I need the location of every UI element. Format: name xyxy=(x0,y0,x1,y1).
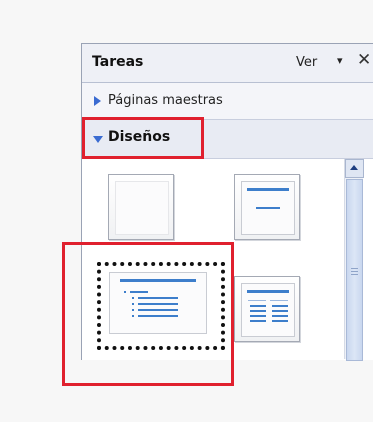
column-divider-left xyxy=(248,300,266,301)
scroll-thumb[interactable] xyxy=(346,179,363,361)
layout-two-content-thumbnail[interactable] xyxy=(234,276,300,342)
expand-triangle-icon[interactable] xyxy=(94,96,101,106)
text-line xyxy=(250,310,266,312)
layout-title-only-thumbnail[interactable] xyxy=(234,174,300,240)
grip-line xyxy=(351,268,358,269)
layouts-highlight-box xyxy=(82,117,204,159)
panel-titlebar: Tareas Ver ▾ ✕ xyxy=(82,44,373,83)
slide-preview xyxy=(115,181,169,235)
chevron-down-icon[interactable]: ▾ xyxy=(337,54,343,67)
column-divider-right xyxy=(270,300,288,301)
section-master-pages-label: Páginas maestras xyxy=(108,93,223,108)
section-master-pages[interactable]: Páginas maestras xyxy=(82,83,373,120)
title-bar xyxy=(247,290,289,293)
slide-preview xyxy=(241,181,295,235)
layout-blank-thumbnail[interactable] xyxy=(108,174,174,240)
text-line xyxy=(272,310,288,312)
close-icon[interactable]: ✕ xyxy=(357,50,371,70)
scroll-up-button[interactable] xyxy=(345,159,364,178)
view-menu-button[interactable]: Ver xyxy=(296,55,317,70)
subtitle-bar xyxy=(256,207,280,209)
text-line xyxy=(272,305,288,307)
grip-line xyxy=(351,271,358,272)
text-line xyxy=(272,315,288,317)
vertical-scrollbar[interactable] xyxy=(344,159,364,361)
grip-line xyxy=(351,274,358,275)
text-line xyxy=(250,320,266,322)
selected-layout-highlight-box xyxy=(62,242,234,386)
text-line xyxy=(250,305,266,307)
title-bar xyxy=(247,188,289,191)
chevron-up-icon xyxy=(350,165,358,170)
panel-title: Tareas xyxy=(92,54,144,70)
slide-preview xyxy=(241,283,295,337)
text-line xyxy=(250,315,266,317)
text-line xyxy=(272,320,288,322)
